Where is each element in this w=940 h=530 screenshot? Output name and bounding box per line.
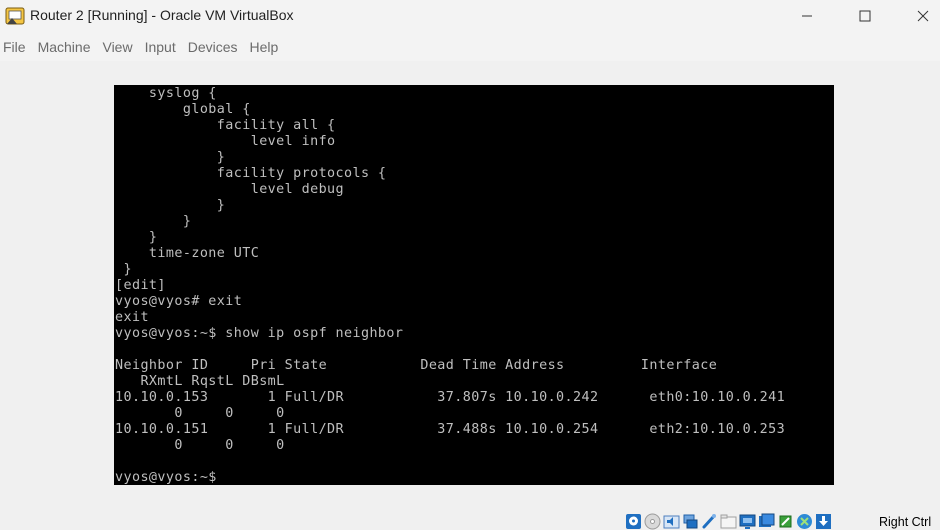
- cpu-icon[interactable]: [777, 513, 794, 530]
- maximize-button[interactable]: [836, 0, 894, 32]
- close-icon: [917, 10, 929, 22]
- optical-drive-icon[interactable]: [644, 513, 661, 530]
- recording-icon[interactable]: [758, 513, 775, 530]
- console-line: vyos@vyos:~$ show ip ospf neighbor: [115, 326, 404, 341]
- display-icon[interactable]: [739, 513, 756, 530]
- window-title: Router 2 [Running] - Oracle VM VirtualBo…: [30, 7, 294, 23]
- console-output: syslog { global { facility all { level i…: [115, 86, 785, 486]
- console-line: 10.10.0.153 1 Full/DR 37.807s 10.10.0.24…: [115, 390, 786, 405]
- vm-console-screen[interactable]: syslog { global { facility all { level i…: [114, 85, 834, 485]
- host-key-label: Right Ctrl: [879, 515, 932, 529]
- console-line: exit: [115, 310, 149, 325]
- minimize-icon: [802, 15, 812, 17]
- console-line: Neighbor ID Pri State Dead Time Address …: [115, 358, 718, 373]
- network-icon[interactable]: [682, 513, 699, 530]
- console-line: }: [115, 230, 158, 245]
- hard-disk-icon[interactable]: [625, 513, 642, 530]
- console-line: 10.10.0.151 1 Full/DR 37.488s 10.10.0.25…: [115, 422, 786, 437]
- console-line: 0 0 0: [115, 406, 285, 421]
- status-bar: Right Ctrl: [0, 510, 940, 530]
- console-line: }: [115, 150, 226, 165]
- console-line: time-zone UTC: [115, 246, 260, 261]
- menu-machine[interactable]: Machine: [35, 34, 100, 61]
- console-line: }: [115, 262, 132, 277]
- audio-icon[interactable]: [663, 513, 680, 530]
- console-line: 0 0 0: [115, 438, 285, 453]
- shared-folders-icon[interactable]: [720, 513, 737, 530]
- menu-input[interactable]: Input: [142, 34, 185, 61]
- console-line: [edit]: [115, 278, 166, 293]
- console-line: }: [115, 198, 226, 213]
- console-line: RXmtL RqstL DBsmL: [115, 374, 285, 389]
- console-line: syslog {: [115, 86, 217, 101]
- menu-file[interactable]: File: [0, 34, 35, 61]
- console-line: vyos@vyos# exit: [115, 294, 243, 309]
- console-line: level debug: [115, 182, 345, 197]
- menu-bar: File Machine View Input Devices Help: [0, 34, 940, 61]
- usb-icon[interactable]: [701, 513, 718, 530]
- maximize-icon: [859, 10, 871, 22]
- virtualbox-app-icon: [5, 7, 25, 25]
- console-line: facility all {: [115, 118, 336, 133]
- mouse-integration-icon[interactable]: [796, 513, 813, 530]
- menu-view[interactable]: View: [99, 34, 141, 61]
- keyboard-arrow-icon[interactable]: [815, 513, 832, 530]
- menu-devices[interactable]: Devices: [185, 34, 247, 61]
- title-bar: Router 2 [Running] - Oracle VM VirtualBo…: [0, 0, 940, 34]
- console-prompt-line: vyos@vyos:~$: [115, 470, 217, 485]
- minimize-button[interactable]: [778, 0, 836, 32]
- close-button[interactable]: [894, 0, 940, 32]
- menu-help[interactable]: Help: [247, 34, 288, 61]
- console-line: }: [115, 214, 192, 229]
- status-icon-tray: [625, 513, 832, 530]
- console-line: global {: [115, 102, 251, 117]
- console-line: facility protocols {: [115, 166, 387, 181]
- console-line: level info: [115, 134, 336, 149]
